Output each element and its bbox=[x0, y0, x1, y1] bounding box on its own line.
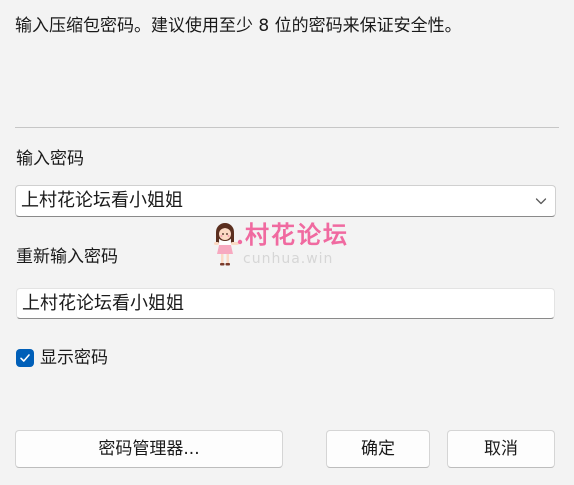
show-password-row[interactable]: 显示密码 bbox=[16, 346, 108, 370]
cancel-button[interactable]: 取消 bbox=[447, 430, 555, 468]
separator bbox=[15, 127, 559, 128]
password-combobox[interactable]: 上村花论坛看小姐姐 bbox=[15, 185, 556, 217]
password-label: 输入密码 bbox=[16, 149, 84, 169]
reenter-password-value: 上村花论坛看小姐姐 bbox=[22, 293, 184, 314]
show-password-label[interactable]: 显示密码 bbox=[40, 346, 108, 370]
instruction-text: 输入压缩包密码。建议使用至少 8 位的密码来保证安全性。 bbox=[15, 16, 462, 36]
password-manager-button[interactable]: 密码管理器... bbox=[15, 430, 283, 468]
reenter-password-input[interactable]: 上村花论坛看小姐姐 bbox=[16, 288, 555, 319]
watermark: 村花论坛 cunhua.win bbox=[211, 218, 371, 272]
ok-button[interactable]: 确定 bbox=[326, 430, 430, 468]
watermark-domain: cunhua.win bbox=[243, 251, 334, 267]
password-value: 上村花论坛看小姐姐 bbox=[21, 190, 183, 211]
reenter-password-label: 重新输入密码 bbox=[16, 247, 118, 267]
chevron-down-icon[interactable] bbox=[535, 195, 547, 207]
checkmark-icon bbox=[20, 354, 30, 362]
mascot-icon bbox=[214, 223, 243, 266]
password-dialog: 输入压缩包密码。建议使用至少 8 位的密码来保证安全性。 输入密码 上村花论坛看… bbox=[0, 0, 574, 485]
show-password-checkbox[interactable] bbox=[16, 349, 34, 367]
watermark-name: 村花论坛 bbox=[245, 221, 349, 249]
